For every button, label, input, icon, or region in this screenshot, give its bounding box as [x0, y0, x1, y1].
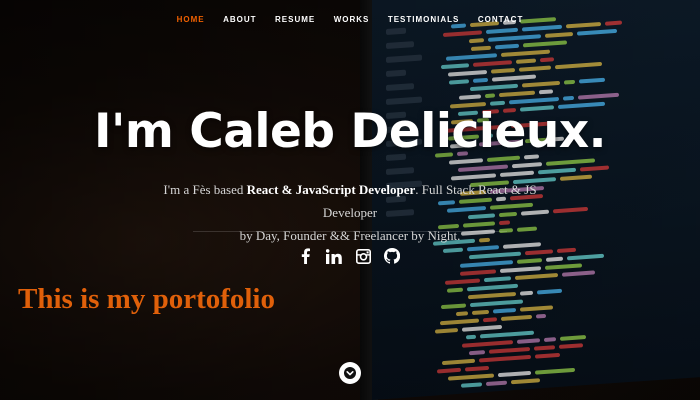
nav-testimonials[interactable]: TESTIMONIALS — [388, 15, 460, 24]
nav-about[interactable]: ABOUT — [223, 15, 256, 24]
main-nav: HOME ABOUT RESUME WORKS TESTIMONIALS CON… — [0, 9, 700, 27]
portfolio-overlay-text: This is my portofolio — [18, 283, 275, 315]
instagram-icon[interactable] — [354, 247, 372, 265]
nav-contact[interactable]: CONTACT — [478, 15, 524, 24]
facebook-icon[interactable] — [296, 247, 314, 265]
nav-resume[interactable]: RESUME — [275, 15, 315, 24]
chevron-down-icon — [344, 367, 356, 379]
github-icon[interactable] — [383, 247, 401, 265]
scroll-down-button[interactable] — [339, 362, 361, 384]
intro-text-1: I'm a Fès based — [163, 182, 247, 197]
nav-home[interactable]: HOME — [177, 15, 205, 24]
hero-divider — [193, 231, 507, 232]
hero-headline: I'm Caleb Delicieux. — [93, 104, 607, 159]
hero-intro: I'm a Fès based React & JavaScript Devel… — [150, 178, 550, 247]
linkedin-icon[interactable] — [325, 247, 343, 265]
nav-works[interactable]: WORKS — [334, 15, 370, 24]
intro-role: React & JavaScript Developer — [246, 182, 416, 197]
social-links — [290, 247, 410, 267]
